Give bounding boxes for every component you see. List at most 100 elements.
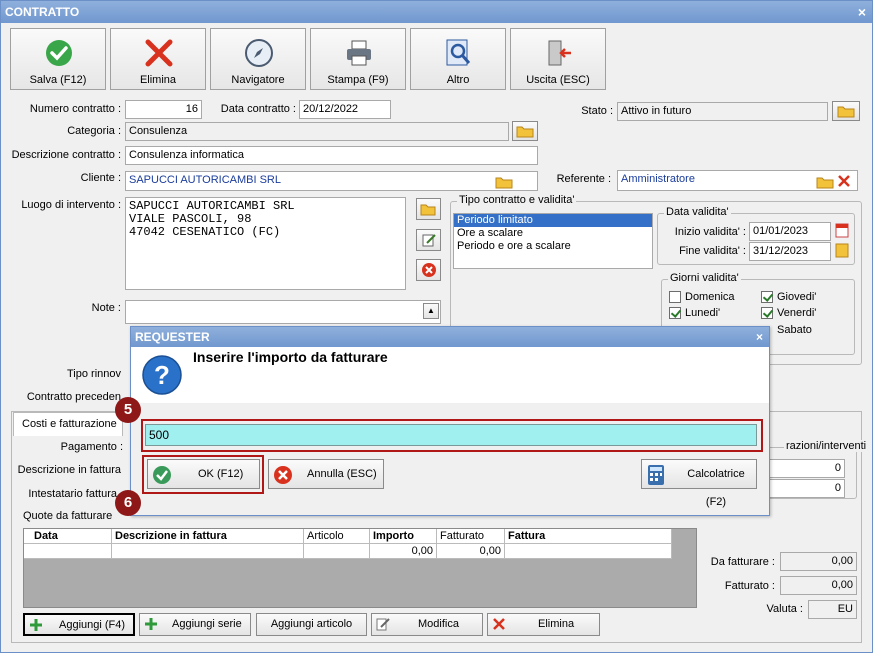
customer-label: Cliente : xyxy=(80,172,121,184)
status-folder-button[interactable] xyxy=(832,101,860,121)
column-header-article[interactable]: Articolo xyxy=(304,529,370,544)
location-delete-button[interactable] xyxy=(416,259,441,281)
contract-number-field[interactable]: 16 xyxy=(125,100,202,119)
calculator-button-label: Calcolatrice (F2) xyxy=(687,468,745,508)
contract-type-list[interactable]: Periodo limitato Ore a scalare Periodo e… xyxy=(453,213,653,269)
plus-icon xyxy=(145,618,157,630)
column-header-invoice[interactable]: Fattura xyxy=(505,529,672,544)
end-date-label: Fine validita' : xyxy=(679,245,746,257)
end-date-field[interactable]: 31/12/2023 xyxy=(749,242,831,261)
check-circle-icon xyxy=(46,40,72,66)
add-article-button[interactable]: Aggiungi articolo xyxy=(256,613,367,636)
friday-checkbox[interactable] xyxy=(761,307,773,319)
interventions-field-1[interactable]: 0 xyxy=(769,459,845,478)
dialog-titlebar: REQUESTER × xyxy=(131,327,769,347)
column-header-description[interactable]: Descrizione in fattura xyxy=(112,529,304,544)
step-badge-6: 6 xyxy=(115,490,141,516)
exit-door-icon xyxy=(548,40,571,66)
contract-number-label: Numero contratto : xyxy=(29,103,121,115)
navigator-button[interactable]: Navigatore xyxy=(210,28,306,90)
category-field: Consulenza xyxy=(125,122,509,141)
friday-label: Venerdi' xyxy=(777,307,817,319)
edit-button-label: Modifica xyxy=(418,618,459,630)
add-article-button-label: Aggiungi articolo xyxy=(270,618,353,630)
step-badge-5: 5 xyxy=(115,397,141,423)
contract-type-option-selected[interactable]: Periodo limitato xyxy=(454,214,652,227)
add-series-button[interactable]: Aggiungi serie xyxy=(139,613,251,636)
tab-billing[interactable]: Costi e fatturazione xyxy=(13,412,123,436)
red-delete-circle-icon xyxy=(421,263,436,277)
to-invoice-label: Da fatturare : xyxy=(710,556,775,568)
referent-folder-icon[interactable] xyxy=(816,175,834,189)
sunday-checkbox[interactable] xyxy=(669,291,681,303)
delete-button[interactable]: Elimina xyxy=(110,28,206,90)
table-row[interactable]: 0,00 0,00 xyxy=(24,544,672,559)
dialog-message: Inserire l'importo da fatturare xyxy=(193,349,388,365)
navigator-button-label: Navigatore xyxy=(231,74,285,86)
start-date-field[interactable]: 01/01/2023 xyxy=(749,222,831,241)
add-series-button-label: Aggiungi serie xyxy=(172,618,242,630)
currency-label: Valuta : xyxy=(766,603,804,615)
referent-clear-icon[interactable] xyxy=(837,174,851,188)
window-close-button[interactable]: × xyxy=(858,1,866,23)
column-header-invoiced[interactable]: Fatturato xyxy=(437,529,505,544)
red-x-icon xyxy=(493,618,505,630)
contract-type-option[interactable]: Periodo e ore a scalare xyxy=(454,240,652,253)
saturday-label: Sabato xyxy=(777,324,812,336)
row-invoice xyxy=(505,544,672,559)
add-button[interactable]: Aggiungi (F4) xyxy=(23,613,135,636)
currency-field: EU xyxy=(808,600,857,619)
category-label: Categoria : xyxy=(67,125,121,137)
row-amount: 0,00 xyxy=(370,544,437,559)
calendar-icon[interactable] xyxy=(835,222,849,238)
calculator-button[interactable]: Calcolatrice (F2) xyxy=(641,459,757,508)
exit-button[interactable]: Uscita (ESC) xyxy=(510,28,606,90)
contract-date-label: Data contratto : xyxy=(220,103,296,115)
contract-date-field[interactable]: 20/12/2022 xyxy=(299,100,391,119)
renewal-type-label: Tipo rinnov xyxy=(66,368,121,380)
question-icon: ? xyxy=(142,355,182,395)
description-field[interactable]: Consulenza informatica xyxy=(125,146,538,165)
monday-checkbox[interactable] xyxy=(669,307,681,319)
save-button-label: Salva (F12) xyxy=(29,74,87,86)
customer-folder-icon[interactable] xyxy=(495,175,513,189)
highlight-amount-input xyxy=(141,419,763,452)
interventions-field-2[interactable]: 0 xyxy=(769,479,845,498)
invoice-holder-label: Intestatario fattura xyxy=(28,488,117,500)
folder-icon xyxy=(837,106,855,118)
other-button[interactable]: Altro xyxy=(410,28,506,90)
start-date-label: Inizio validita' : xyxy=(674,226,746,238)
contract-type-option[interactable]: Ore a scalare xyxy=(454,227,652,240)
column-header-date[interactable]: Data xyxy=(24,529,112,544)
calendar-yellow-icon[interactable] xyxy=(835,242,849,258)
dialog-close-button[interactable]: × xyxy=(756,327,763,347)
cancel-button[interactable]: Annulla (ESC) xyxy=(268,459,384,489)
edit-button[interactable]: Modifica xyxy=(371,613,483,636)
notes-textarea[interactable] xyxy=(125,300,441,324)
red-cancel-circle-icon xyxy=(274,466,292,484)
compass-icon xyxy=(245,39,273,67)
contract-window: CONTRATTO × Salva (F12) Elimina Navigato… xyxy=(0,0,873,653)
red-x-icon xyxy=(145,39,173,67)
quotes-label: Quote da fatturare xyxy=(23,510,113,522)
description-label: Descrizione contratto : xyxy=(11,149,121,161)
column-header-amount[interactable]: Importo xyxy=(370,529,437,544)
location-edit-button[interactable] xyxy=(416,229,441,251)
payment-label: Pagamento : xyxy=(60,441,123,453)
status-label: Stato : xyxy=(581,105,613,117)
interventions-title: razioni/interventi xyxy=(784,440,869,452)
invoice-description-label: Descrizione in fattura xyxy=(17,464,121,476)
quotes-table: Data Descrizione in fattura Articolo Imp… xyxy=(23,528,697,608)
print-button[interactable]: Stampa (F9) xyxy=(310,28,406,90)
location-textarea[interactable]: SAPUCCI AUTORICAMBI SRL VIALE PASCOLI, 9… xyxy=(125,197,406,290)
referent-label: Referente : xyxy=(556,173,611,185)
category-folder-button[interactable] xyxy=(512,121,538,141)
thursday-checkbox[interactable] xyxy=(761,291,773,303)
delete-row-button[interactable]: Elimina xyxy=(487,613,600,636)
save-button[interactable]: Salva (F12) xyxy=(10,28,106,90)
location-folder-button[interactable] xyxy=(416,198,441,220)
notes-label: Note : xyxy=(91,302,121,314)
notes-scroll-up-arrow[interactable]: ▲ xyxy=(423,303,439,319)
folder-open-icon xyxy=(420,204,435,216)
customer-field[interactable]: SAPUCCI AUTORICAMBI SRL xyxy=(125,171,538,191)
